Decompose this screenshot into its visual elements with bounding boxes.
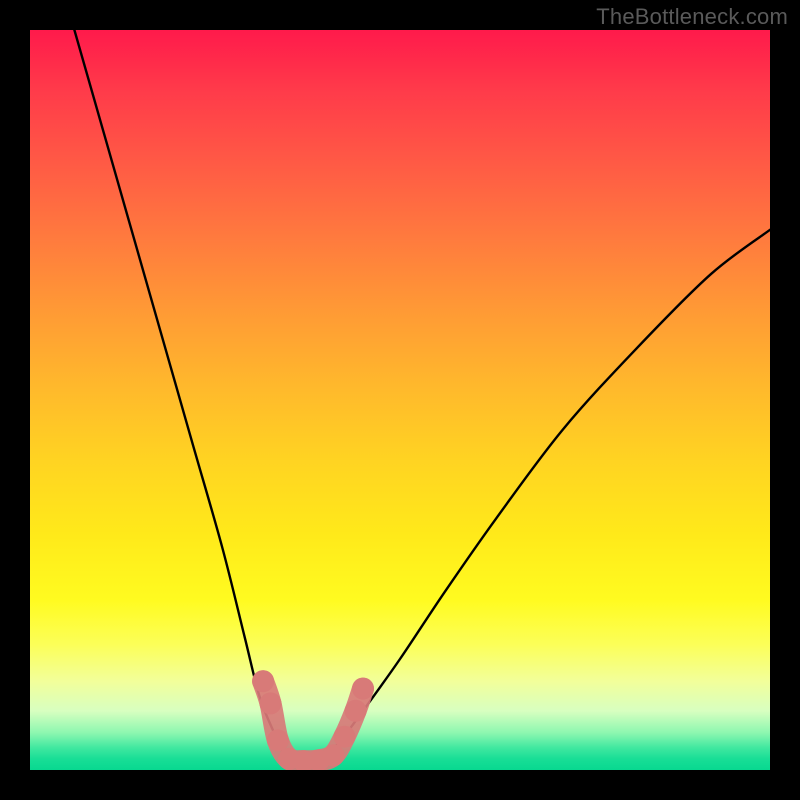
chart-frame: TheBottleneck.com	[0, 0, 800, 800]
marker-dot	[252, 670, 274, 692]
curve-layer	[30, 30, 770, 770]
marker-dot	[345, 700, 367, 722]
watermark-text: TheBottleneck.com	[596, 4, 788, 30]
marker-dot	[322, 744, 344, 766]
bottleneck-curve	[74, 30, 770, 764]
optimal-band-markers	[252, 670, 374, 770]
marker-dot	[334, 726, 356, 748]
marker-dot	[260, 692, 282, 714]
marker-dot	[352, 678, 374, 700]
plot-area	[30, 30, 770, 770]
marker-dot	[267, 729, 289, 751]
